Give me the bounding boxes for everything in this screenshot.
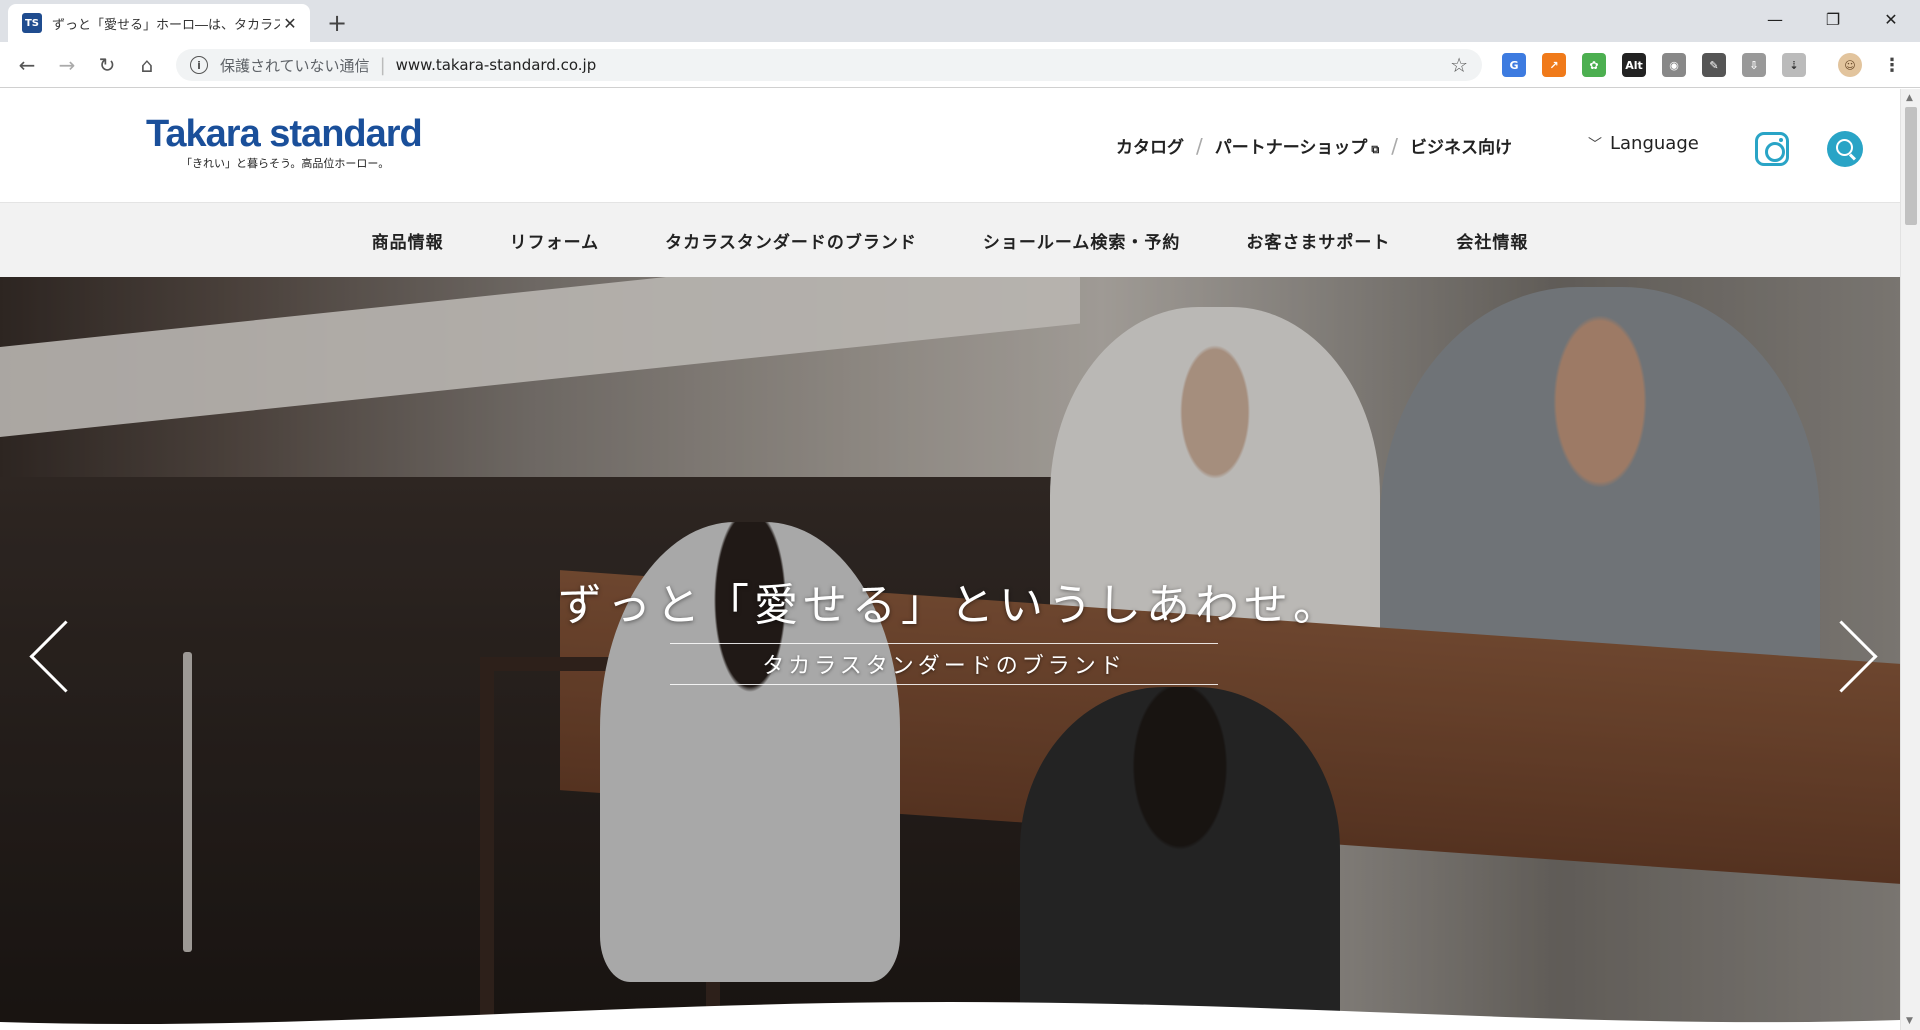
slider-prev-arrow-icon[interactable] <box>28 617 76 697</box>
search-icon[interactable] <box>1827 131 1863 167</box>
security-status: 保護されていない通信 <box>220 56 370 75</box>
site-logo[interactable]: Takara standard 「きれい」と暮らそう。高品位ホーロー。 <box>146 113 423 171</box>
hero-subheading-link[interactable]: タカラスタンダードのブランド <box>670 643 1218 685</box>
nav-brand[interactable]: タカラスタンダードのブランド <box>665 228 917 253</box>
nav-support[interactable]: お客さまサポート <box>1246 228 1390 253</box>
scrollbar-thumb[interactable] <box>1905 107 1917 225</box>
window-close-icon[interactable]: ✕ <box>1862 0 1920 38</box>
omnibox-divider: | <box>379 54 386 76</box>
tab-close-icon[interactable]: ✕ <box>280 13 300 33</box>
util-divider: / <box>1391 133 1399 158</box>
browser-toolbar: ← → ↻ ⌂ i 保護されていない通信 | www.takara-standa… <box>0 42 1920 88</box>
extension-misc-icon[interactable]: ⇣ <box>1782 53 1806 77</box>
home-icon[interactable]: ⌂ <box>132 50 162 80</box>
nav-products[interactable]: 商品情報 <box>372 228 444 253</box>
external-link-icon: ⧉ <box>1371 143 1380 156</box>
partner-shop-link[interactable]: パートナーショップ ⧉ <box>1215 133 1380 158</box>
catalog-link[interactable]: カタログ <box>1116 133 1184 158</box>
browser-tab[interactable]: TS ずっと「愛せる」ホーロ―は、タカラスタンダード ✕ <box>8 4 310 42</box>
profile-avatar-icon[interactable]: ☺ <box>1838 53 1862 77</box>
extension-chart-icon[interactable]: ↗ <box>1542 53 1566 77</box>
utility-nav: カタログ / パートナーショップ ⧉ / ビジネス向け <box>1116 133 1512 159</box>
global-nav: 商品情報 リフォーム タカラスタンダードのブランド ショールーム検索・予約 お客… <box>0 203 1900 277</box>
reload-icon[interactable]: ↻ <box>92 50 122 80</box>
extension-alt-icon[interactable]: Alt <box>1622 53 1646 77</box>
logo-tagline: 「きれい」と暮らそう。高品位ホーロー。 <box>181 157 390 170</box>
chevron-down-icon: ﹀ <box>1588 136 1602 153</box>
browser-tabstrip: TS ずっと「愛せる」ホーロ―は、タカラスタンダード ✕ + — ❐ ✕ <box>0 0 1920 42</box>
nav-reform[interactable]: リフォーム <box>510 228 600 253</box>
partner-shop-label: パートナーショップ <box>1214 138 1368 158</box>
bookmark-star-icon[interactable]: ☆ <box>1450 53 1468 77</box>
scroll-down-icon[interactable]: ▼ <box>1906 1016 1913 1026</box>
takara-favicon-icon: TS <box>22 13 42 33</box>
address-bar[interactable]: i 保護されていない通信 | www.takara-standard.co.jp… <box>176 49 1482 81</box>
nav-showroom[interactable]: ショールーム検索・予約 <box>983 228 1181 253</box>
extension-translate-icon[interactable]: G <box>1502 53 1526 77</box>
slider-next-arrow-icon[interactable] <box>1826 617 1874 697</box>
site-header: Takara standard 「きれい」と暮らそう。高品位ホーロー。 カタログ… <box>0 89 1900 203</box>
nav-company[interactable]: 会社情報 <box>1456 228 1528 253</box>
info-icon[interactable]: i <box>190 56 208 74</box>
restore-icon[interactable]: ❐ <box>1804 0 1862 38</box>
logo-wordmark: Takara standard <box>146 113 423 155</box>
hero-wave-divider <box>0 1002 1900 1030</box>
extension-picker-icon[interactable]: ✎ <box>1702 53 1726 77</box>
extension-download-icon[interactable]: ⇩ <box>1742 53 1766 77</box>
language-label: Language <box>1610 133 1699 154</box>
language-selector[interactable]: ﹀ Language <box>1588 133 1699 154</box>
menu-kebab-icon[interactable]: ⋮ <box>1880 53 1904 77</box>
instagram-icon[interactable] <box>1755 132 1789 166</box>
new-tab-button[interactable]: + <box>322 8 352 38</box>
util-divider: / <box>1196 133 1203 158</box>
scroll-up-icon[interactable]: ▲ <box>1906 93 1913 103</box>
minimize-icon[interactable]: — <box>1746 0 1804 38</box>
back-arrow-icon[interactable]: ← <box>12 50 42 80</box>
tab-title: ずっと「愛せる」ホーロ―は、タカラスタンダード <box>52 17 280 33</box>
page-scrollbar[interactable]: ▲ ▼ <box>1900 89 1920 1030</box>
url-text[interactable]: www.takara-standard.co.jp <box>396 56 597 74</box>
forward-arrow-icon[interactable]: → <box>52 50 82 80</box>
hero-slider[interactable]: ずっと「愛せる」というしあわせ。 タカラスタンダードのブランド <box>0 277 1900 1030</box>
hero-headline: ずっと「愛せる」というしあわせ。 <box>558 580 1342 631</box>
extension-camera-icon[interactable]: ◉ <box>1662 53 1686 77</box>
business-link[interactable]: ビジネス向け <box>1410 133 1512 158</box>
extension-puzzle-icon[interactable]: ✿ <box>1582 53 1606 77</box>
